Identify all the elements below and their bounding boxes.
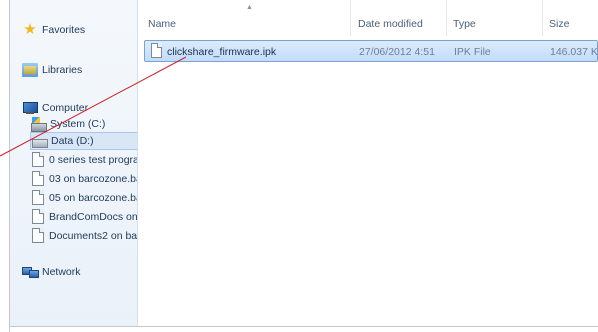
column-header-name[interactable]: Name [148,18,176,30]
nav-network-location-label: BrandComDocs on I [49,210,137,223]
nav-network[interactable]: Network [22,265,81,279]
nav-network-location[interactable]: 0 series test program [32,152,137,167]
nav-computer-label: Computer [42,102,89,114]
nav-system-drive-label: System (C:) [50,118,106,130]
star-icon: ★ [23,21,37,38]
network-folder-icon [32,152,44,167]
network-folder-icon [32,171,44,186]
navigation-pane[interactable]: ★ Favorites Libraries Computer System (C… [10,0,137,326]
nav-network-location-label: 03 on barcozone.bar [49,172,137,185]
nav-network-location-label: 05 on barcozone.bar [49,191,137,204]
nav-data-drive-label: Data (D:) [51,135,94,147]
column-header-size[interactable]: Size [549,18,569,30]
nav-network-location[interactable]: 03 on barcozone.bar [32,171,137,186]
column-separator[interactable] [446,0,447,36]
file-type: IPK File [454,46,491,58]
column-header-date-modified[interactable]: Date modified [358,18,423,30]
nav-network-location[interactable]: 05 on barcozone.bar [32,190,137,205]
nav-favorites-label: Favorites [42,24,86,36]
system-drive-icon [30,117,47,132]
data-drive-icon [31,134,48,148]
explorer-window: ★ Favorites Libraries Computer System (C… [0,0,598,332]
network-folder-icon [32,209,44,224]
sort-arrow-icon: ▲ [246,4,253,11]
file-name: clickshare_firmware.ipk [167,46,277,58]
column-separator[interactable] [542,0,543,36]
column-separator[interactable] [350,0,351,36]
nav-favorites[interactable]: ★ Favorites [22,21,86,38]
computer-icon [22,101,38,115]
outer-margin [0,0,9,332]
file-date-modified: 27/06/2012 4:51 [359,46,435,58]
nav-computer[interactable]: Computer [22,101,88,115]
nav-data-drive[interactable]: Data (D:) [30,132,137,150]
column-header-type[interactable]: Type [453,18,476,30]
nav-system-drive[interactable]: System (C:) [30,117,106,132]
nav-network-location-label: Documents2 on bar [49,229,137,242]
nav-network-location-label: 0 series test program [49,153,137,166]
network-folder-icon [32,190,44,205]
file-list-pane[interactable]: ▲ Name Date modified Type Size clickshar… [138,0,598,326]
nav-network-label: Network [42,266,81,278]
libraries-icon [22,63,38,77]
column-header-row: ▲ Name Date modified Type Size [138,0,598,36]
nav-network-location[interactable]: BrandComDocs on I [32,209,137,224]
network-folder-icon [32,228,44,243]
window-bottom-border [9,326,598,327]
nav-libraries-label: Libraries [42,64,83,76]
file-size: 146.037 K [550,46,598,58]
network-icon [22,265,39,279]
file-row[interactable]: clickshare_firmware.ipk 27/06/2012 4:51 … [144,40,598,62]
nav-libraries[interactable]: Libraries [22,63,82,77]
nav-network-location[interactable]: Documents2 on bar [32,228,137,243]
file-icon [151,43,162,58]
